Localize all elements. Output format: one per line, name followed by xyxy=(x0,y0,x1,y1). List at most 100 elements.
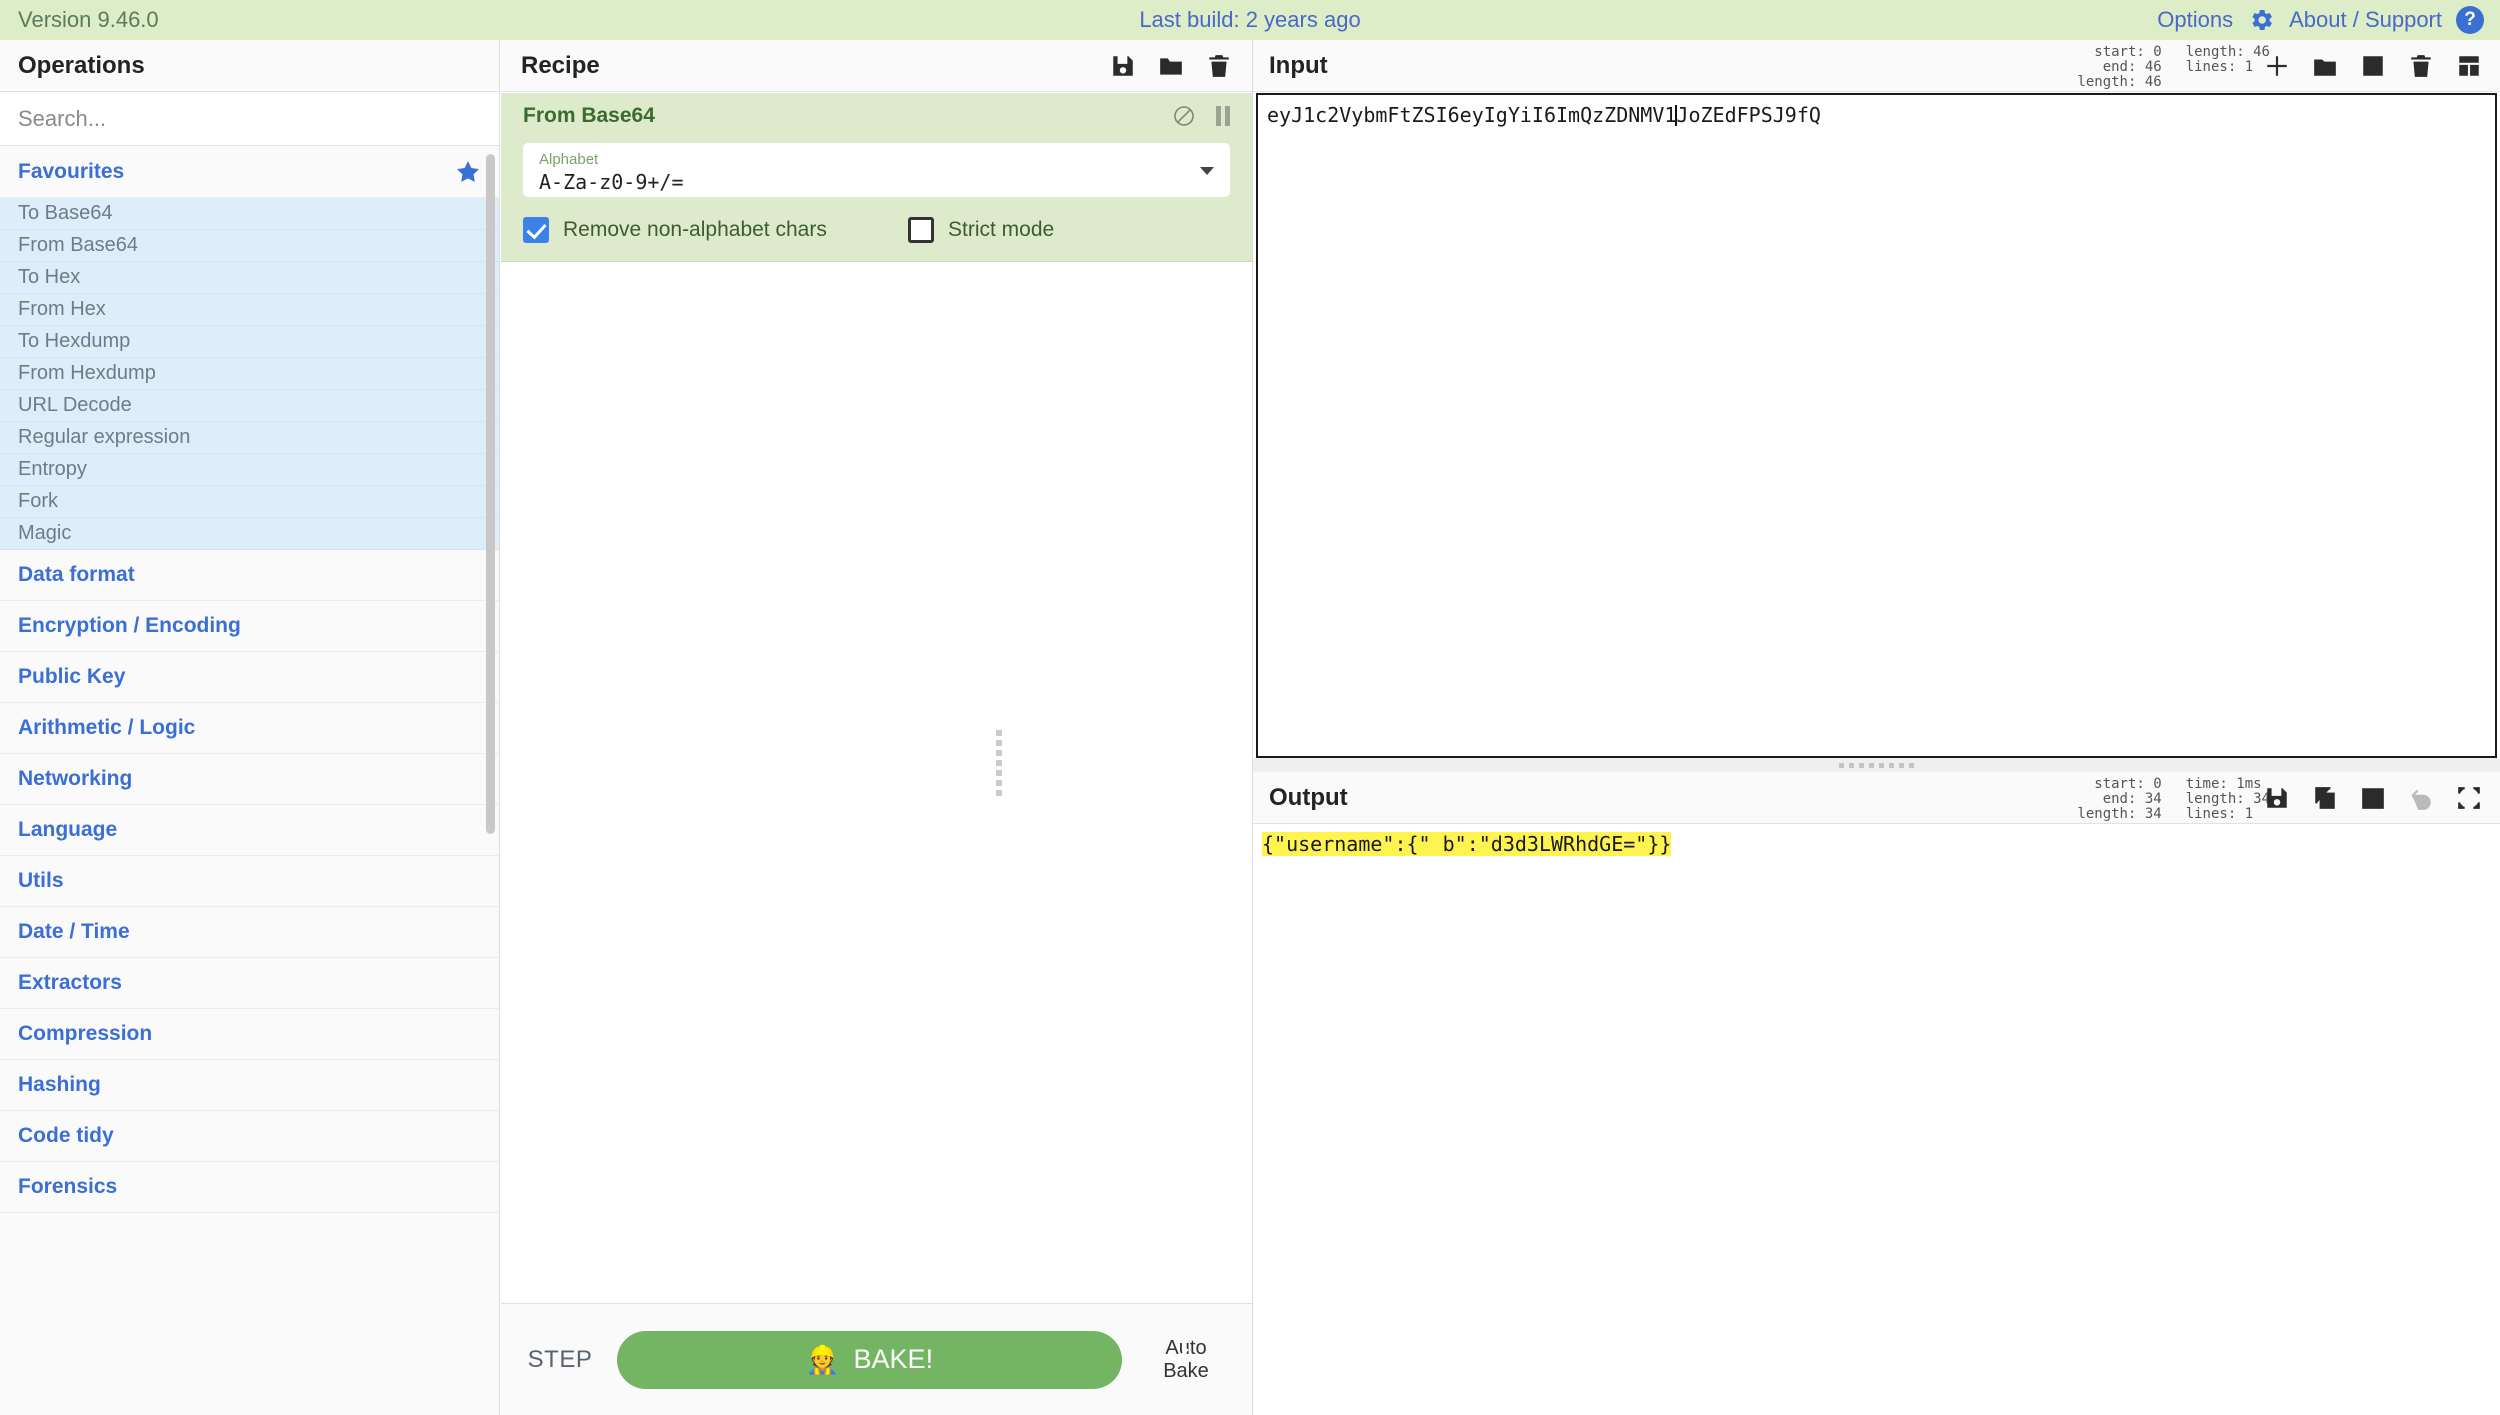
operation-item[interactable]: From Base64 xyxy=(0,230,499,262)
copy-output-icon[interactable] xyxy=(2312,785,2338,811)
options-label[interactable]: Options xyxy=(2157,7,2233,33)
operations-list[interactable]: Favourites To Base64 From Base64 To Hex Fro… xyxy=(0,147,499,1415)
operation-checkboxes: Remove non-alphabet chars Strict mode xyxy=(501,197,1252,243)
categories-list: Data format Encryption / Encoding Public K… xyxy=(0,550,499,1213)
input-actions xyxy=(2264,53,2482,79)
checkbox-box-unchecked[interactable] xyxy=(908,217,934,243)
remove-non-alphabet-checkbox[interactable]: Remove non-alphabet chars xyxy=(523,217,908,243)
input-meta: start: 0 end: 46 length: 46 length: 46 l… xyxy=(2077,45,2270,90)
operation-name: From Base64 xyxy=(523,104,655,127)
category-label: Utils xyxy=(18,869,64,892)
category-label: Networking xyxy=(18,767,133,790)
checkbox-box-checked[interactable] xyxy=(523,217,549,243)
io-panel: Input start: 0 end: 46 length: 46 length… xyxy=(1253,40,2500,1415)
category-header[interactable]: Extractors xyxy=(0,958,499,1009)
category-favourites[interactable]: Favourites xyxy=(0,147,499,198)
bake-label: BAKE! xyxy=(853,1344,934,1374)
save-icon[interactable] xyxy=(1110,53,1136,79)
last-build-link[interactable]: Last build: 2 years ago xyxy=(0,7,2500,33)
search-input[interactable] xyxy=(0,92,499,145)
category-header[interactable]: Forensics xyxy=(0,1162,499,1213)
io-splitter-grip xyxy=(1839,762,1914,768)
category-header[interactable]: Hashing xyxy=(0,1060,499,1111)
gear-icon[interactable] xyxy=(2247,6,2275,34)
open-file-icon[interactable] xyxy=(2312,53,2338,79)
replace-input-icon[interactable] xyxy=(2360,785,2386,811)
about-support-label[interactable]: About / Support xyxy=(2289,7,2442,33)
operation-item[interactable]: Regular expression xyxy=(0,422,499,454)
auto-bake-label: Auto Bake xyxy=(1163,1337,1209,1382)
chevron-down-icon[interactable] xyxy=(1200,167,1214,175)
operation-item[interactable]: Fork xyxy=(0,486,499,518)
operation-item[interactable]: To Hex xyxy=(0,262,499,294)
step-button[interactable]: STEP xyxy=(521,1346,599,1374)
operation-item[interactable]: Magic xyxy=(0,518,499,550)
input-length: length: 46 xyxy=(2077,74,2162,90)
category-header[interactable]: Public Key xyxy=(0,652,499,703)
category-header[interactable]: Compression xyxy=(0,1009,499,1060)
category-label: Extractors xyxy=(18,971,122,994)
category-header[interactable]: Date / Time xyxy=(0,907,499,958)
recipe-operation-from-base64[interactable]: From Base64 Alphabet A-Za-z0-9+/= Remove… xyxy=(501,93,1252,262)
operations-scrollbar[interactable] xyxy=(486,154,495,834)
add-tab-icon[interactable] xyxy=(2264,53,2290,79)
recipe-panel: Recipe From Base64 Alphabet A-Za-z0-9+/=… xyxy=(501,40,1253,1415)
operation-item[interactable]: To Hexdump xyxy=(0,326,499,358)
category-label: Arithmetic / Logic xyxy=(18,716,196,739)
input-header: Input start: 0 end: 46 length: 46 length… xyxy=(1253,40,2500,92)
star-icon[interactable] xyxy=(455,159,481,185)
category-header[interactable]: Arithmetic / Logic xyxy=(0,703,499,754)
input-text-after-cursor: JoZEdFPSJ9fQ xyxy=(1676,103,1821,127)
clear-io-icon[interactable] xyxy=(2408,53,2434,79)
category-header[interactable]: Data format xyxy=(0,550,499,601)
operation-controls xyxy=(1172,104,1230,128)
category-label: Compression xyxy=(18,1022,153,1045)
output-lines: lines: 1 xyxy=(2185,806,2254,822)
category-label: Code tidy xyxy=(18,1124,114,1147)
save-output-icon[interactable] xyxy=(2264,785,2290,811)
operation-item[interactable]: To Base64 xyxy=(0,198,499,230)
trash-icon[interactable] xyxy=(1206,53,1232,79)
strict-mode-checkbox[interactable]: Strict mode xyxy=(908,217,1054,243)
category-label: Language xyxy=(18,818,118,841)
auto-bake-toggle[interactable]: Auto Bake xyxy=(1140,1337,1232,1383)
help-icon[interactable]: ? xyxy=(2456,6,2484,34)
recipe-operations[interactable]: From Base64 Alphabet A-Za-z0-9+/= Remove… xyxy=(501,93,1252,1302)
undo-icon[interactable] xyxy=(2408,785,2434,811)
operation-item[interactable]: From Hexdump xyxy=(0,358,499,390)
output-textarea[interactable]: {"username":{" b":"d3d3LWRhdGE="}} xyxy=(1253,825,2500,1415)
category-header[interactable]: Encryption / Encoding xyxy=(0,601,499,652)
output-meta: start: 0 end: 34 length: 34 time: 1ms le… xyxy=(2077,777,2270,822)
operation-item[interactable]: URL Decode xyxy=(0,390,499,422)
reset-layout-icon[interactable] xyxy=(2456,53,2482,79)
category-header[interactable]: Networking xyxy=(0,754,499,805)
alphabet-field[interactable]: Alphabet A-Za-z0-9+/= xyxy=(523,143,1230,197)
output-text: {"username":{" b":"d3d3LWRhdGE="}} xyxy=(1262,832,1672,856)
maximise-icon[interactable] xyxy=(2456,785,2482,811)
recipe-header-icons xyxy=(1110,53,1232,79)
input-textarea[interactable]: eyJ1c2VybmFtZSI6eyIgYiI6ImQzZDNMV1JoZEdF… xyxy=(1256,93,2497,758)
io-splitter[interactable] xyxy=(1253,758,2500,772)
category-header[interactable]: Utils xyxy=(0,856,499,907)
output-length: length: 34 xyxy=(2077,806,2162,822)
operations-search[interactable] xyxy=(0,92,499,146)
bake-button[interactable]: 👷 BAKE! xyxy=(617,1330,1122,1389)
output-meta-left: start: 0 end: 34 length: 34 xyxy=(2077,777,2161,822)
recipe-title: Recipe xyxy=(521,51,600,79)
output-end: end: 34 xyxy=(2102,791,2162,807)
operation-item[interactable]: From Hex xyxy=(0,294,499,326)
banner-right-actions: Options About / Support ? xyxy=(2157,6,2484,34)
operation-item[interactable]: Entropy xyxy=(0,454,499,486)
disable-icon[interactable] xyxy=(1172,104,1196,128)
category-header[interactable]: Language xyxy=(0,805,499,856)
open-folder-icon[interactable] xyxy=(2360,53,2386,79)
category-label: Encryption / Encoding xyxy=(18,614,241,637)
recipe-splitter[interactable] xyxy=(996,40,1002,1415)
output-start: start: 0 xyxy=(2094,776,2162,792)
alphabet-label: Alphabet xyxy=(539,151,599,168)
category-header[interactable]: Code tidy xyxy=(0,1111,499,1162)
cyberchef-app: Version 9.46.0 Last build: 2 years ago O… xyxy=(0,0,2500,1415)
input-meta-left: start: 0 end: 46 length: 46 xyxy=(2077,45,2161,90)
breakpoint-icon[interactable] xyxy=(1216,106,1230,126)
folder-icon[interactable] xyxy=(1158,53,1184,79)
